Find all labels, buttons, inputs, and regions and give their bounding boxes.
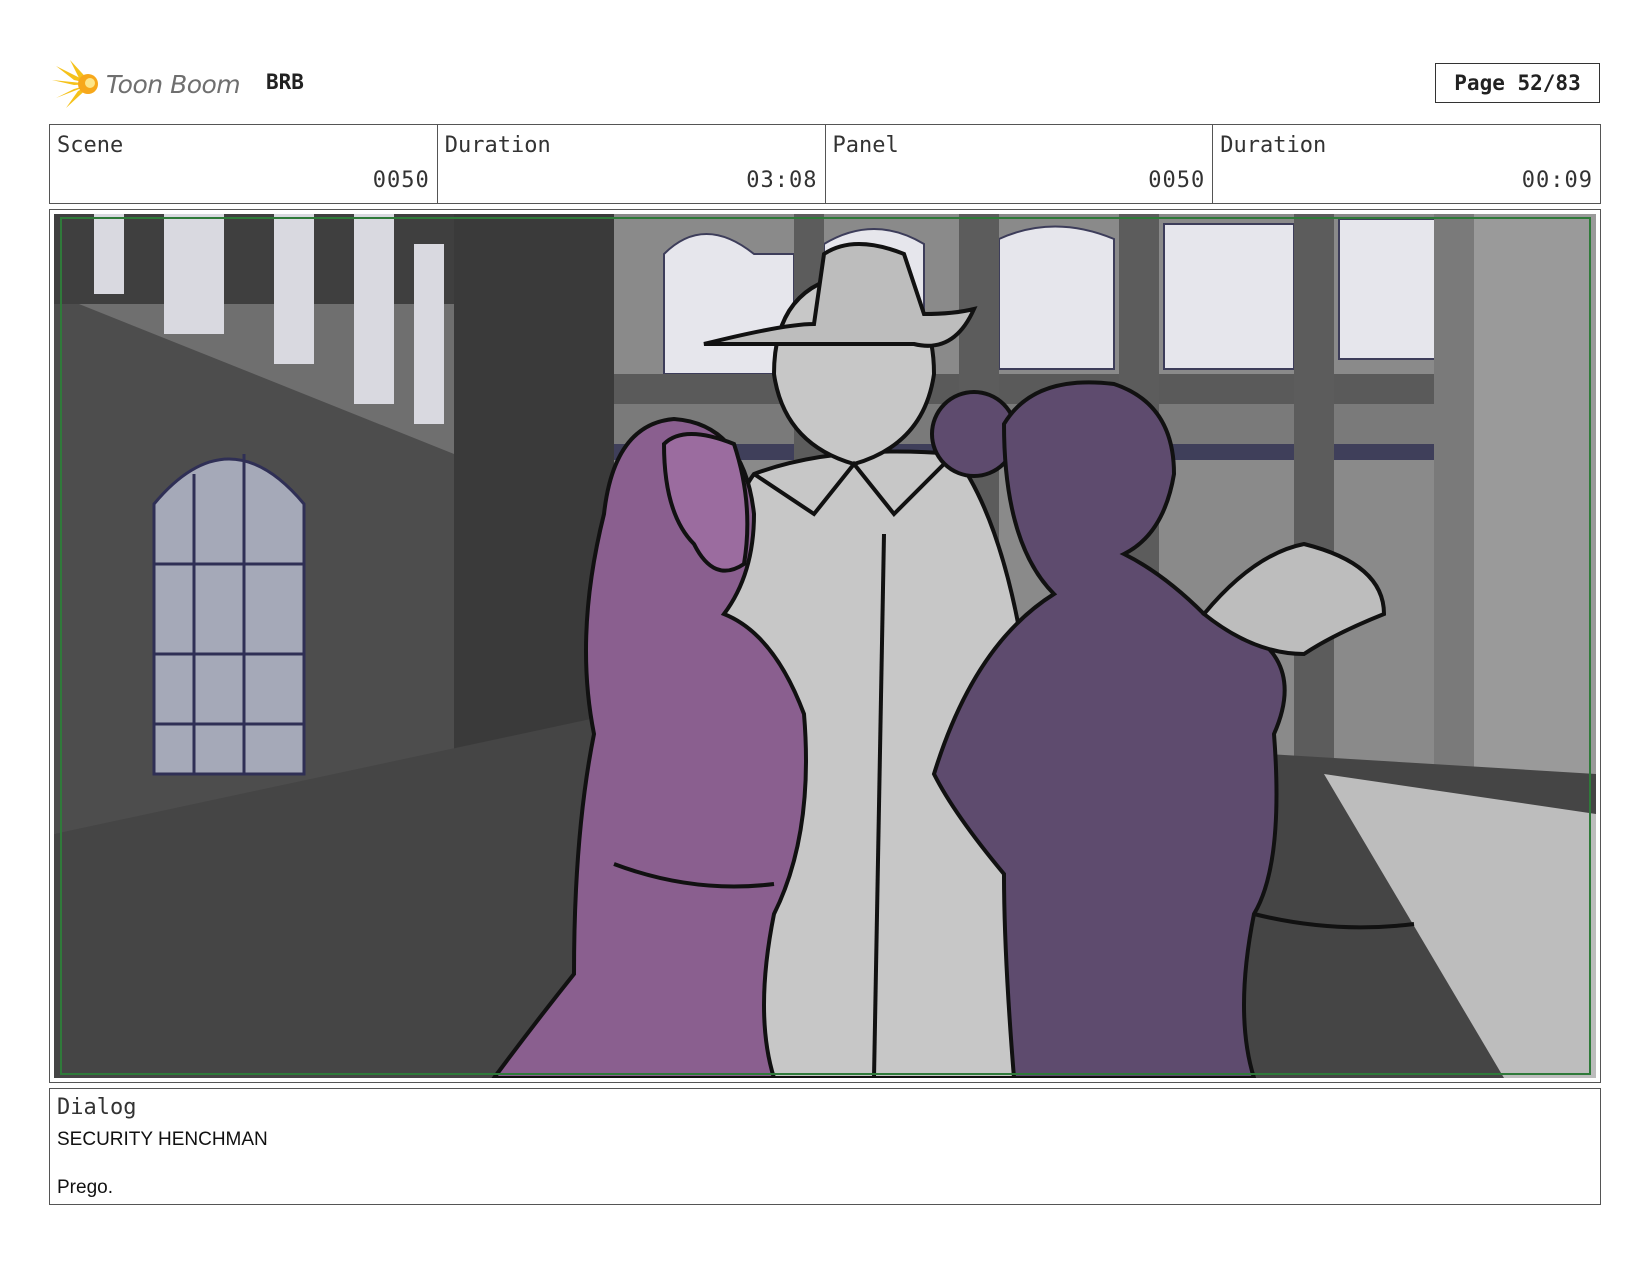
panel-duration-value: 00:09 xyxy=(1521,168,1593,193)
logo-text: Toon Boom xyxy=(106,69,241,99)
scene-label: Scene xyxy=(57,133,124,158)
page-indicator: Page 52/83 xyxy=(1435,63,1600,103)
sunburst-logo-icon xyxy=(52,60,98,108)
dialog-line: Prego. xyxy=(57,1177,113,1198)
scene-value: 0050 xyxy=(372,168,430,193)
panel-info-bar: Scene 0050 Duration 03:08 Panel 0050 Dur… xyxy=(49,124,1601,204)
panel-label: Panel xyxy=(832,133,899,158)
toon-boom-logo: Toon Boom xyxy=(52,58,241,110)
panel-cell: Panel 0050 xyxy=(826,125,1214,203)
dialog-speaker: SECURITY HENCHMAN xyxy=(57,1129,268,1150)
scene-duration-value: 03:08 xyxy=(746,168,818,193)
storyboard-panel-image xyxy=(54,214,1596,1078)
project-title: BRB xyxy=(266,70,304,94)
panel-duration-cell: Duration 00:09 xyxy=(1213,125,1600,203)
scene-cell: Scene 0050 xyxy=(50,125,438,203)
dialog-label: Dialog xyxy=(57,1095,137,1120)
scene-duration-cell: Duration 03:08 xyxy=(438,125,826,203)
panel-value: 0050 xyxy=(1148,168,1206,193)
panel-duration-label: Duration xyxy=(1220,133,1327,158)
scene-duration-label: Duration xyxy=(444,133,551,158)
dialog-box: Dialog SECURITY HENCHMAN Prego. xyxy=(49,1088,1601,1205)
